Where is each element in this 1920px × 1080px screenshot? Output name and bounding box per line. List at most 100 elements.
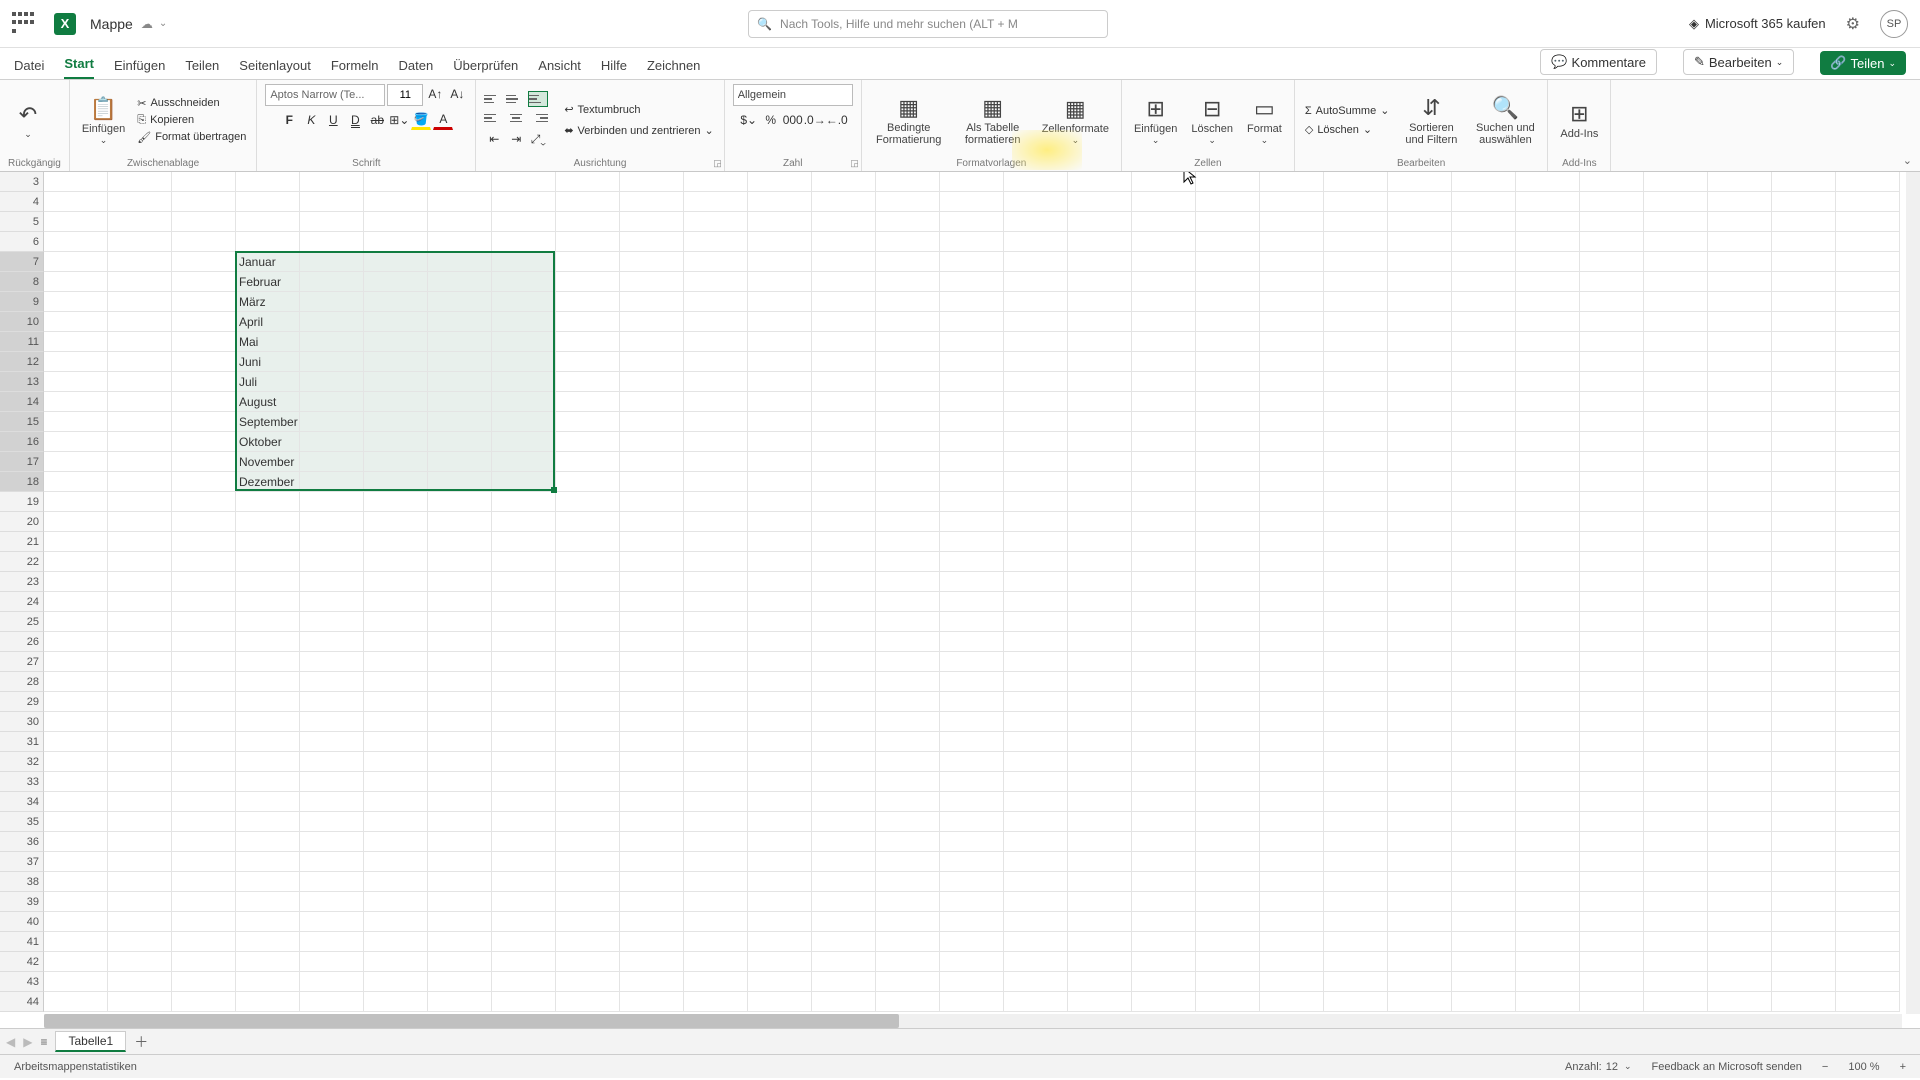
cell[interactable]: [300, 812, 364, 832]
cell[interactable]: [1708, 792, 1772, 812]
settings-gear-icon[interactable]: ⚙: [1846, 14, 1860, 34]
cell[interactable]: [1388, 792, 1452, 812]
cell[interactable]: [876, 212, 940, 232]
cell[interactable]: [1772, 232, 1836, 252]
cell[interactable]: [940, 432, 1004, 452]
autosum-button[interactable]: ΣAutoSumme ⌄: [1303, 103, 1392, 118]
cell[interactable]: [1708, 172, 1772, 192]
cell[interactable]: [108, 612, 172, 632]
tab-überprüfen[interactable]: Überprüfen: [453, 58, 518, 79]
cell[interactable]: [1196, 432, 1260, 452]
cell[interactable]: [428, 212, 492, 232]
cell[interactable]: [684, 632, 748, 652]
cell[interactable]: [876, 992, 940, 1012]
cell[interactable]: [1068, 952, 1132, 972]
cell[interactable]: [1068, 512, 1132, 532]
cell[interactable]: [44, 672, 108, 692]
cell[interactable]: [812, 832, 876, 852]
cell[interactable]: [1196, 492, 1260, 512]
cell[interactable]: [940, 712, 1004, 732]
row-header[interactable]: 4: [0, 192, 44, 212]
cell[interactable]: [172, 572, 236, 592]
cell[interactable]: [1388, 472, 1452, 492]
cell[interactable]: [44, 552, 108, 572]
cell[interactable]: [1516, 852, 1580, 872]
cell[interactable]: [364, 192, 428, 212]
cell[interactable]: [748, 332, 812, 352]
cell[interactable]: [1516, 432, 1580, 452]
cell[interactable]: [556, 232, 620, 252]
cell[interactable]: [748, 432, 812, 452]
cell[interactable]: [748, 652, 812, 672]
align-middle-button[interactable]: [506, 91, 526, 107]
cell[interactable]: [1580, 672, 1644, 692]
cell[interactable]: [1580, 852, 1644, 872]
cell[interactable]: [1004, 532, 1068, 552]
cell[interactable]: [1068, 752, 1132, 772]
cell[interactable]: [1132, 192, 1196, 212]
cell[interactable]: [44, 792, 108, 812]
cell[interactable]: [300, 632, 364, 652]
cell[interactable]: [1004, 912, 1068, 932]
cell[interactable]: [1004, 372, 1068, 392]
cell[interactable]: [1068, 892, 1132, 912]
cell[interactable]: [236, 632, 300, 652]
cell[interactable]: [1644, 512, 1708, 532]
cell[interactable]: [428, 952, 492, 972]
orientation-button[interactable]: ⤢⌄: [528, 129, 548, 149]
cell[interactable]: [172, 652, 236, 672]
cell[interactable]: [1324, 872, 1388, 892]
cell[interactable]: [1388, 192, 1452, 212]
cell[interactable]: [620, 412, 684, 432]
cell[interactable]: [1196, 972, 1260, 992]
cell[interactable]: [1580, 972, 1644, 992]
increase-decimal-button[interactable]: .0→: [805, 110, 825, 130]
cell[interactable]: [1068, 692, 1132, 712]
cell[interactable]: [1196, 512, 1260, 532]
cell[interactable]: [876, 332, 940, 352]
cell[interactable]: [620, 772, 684, 792]
cell[interactable]: [1388, 952, 1452, 972]
number-dialog-launcher[interactable]: ◲: [850, 158, 859, 169]
cell[interactable]: [428, 232, 492, 252]
cell[interactable]: [1836, 292, 1900, 312]
document-dropdown-icon[interactable]: ⌄: [159, 18, 167, 29]
cell[interactable]: [1516, 872, 1580, 892]
cell[interactable]: Mai: [236, 332, 300, 352]
tab-teilen[interactable]: Teilen: [185, 58, 219, 79]
cell[interactable]: [876, 812, 940, 832]
cell[interactable]: [428, 812, 492, 832]
row-header[interactable]: 3: [0, 172, 44, 192]
row-header[interactable]: 9: [0, 292, 44, 312]
cell[interactable]: [44, 892, 108, 912]
cell[interactable]: [1516, 572, 1580, 592]
cell[interactable]: [1196, 312, 1260, 332]
cell[interactable]: [1004, 892, 1068, 912]
cell[interactable]: [748, 872, 812, 892]
cell[interactable]: [684, 872, 748, 892]
cell[interactable]: [1772, 272, 1836, 292]
cell[interactable]: [684, 292, 748, 312]
cell[interactable]: [1388, 592, 1452, 612]
cell[interactable]: [812, 472, 876, 492]
cell[interactable]: [1388, 532, 1452, 552]
cell[interactable]: [940, 852, 1004, 872]
cell[interactable]: [940, 572, 1004, 592]
cell[interactable]: [1324, 812, 1388, 832]
cell[interactable]: Februar: [236, 272, 300, 292]
apps-launcher-icon[interactable]: [12, 12, 36, 36]
cell[interactable]: [1260, 332, 1324, 352]
cell[interactable]: [1388, 712, 1452, 732]
cell[interactable]: [1580, 712, 1644, 732]
cell[interactable]: [876, 392, 940, 412]
cell[interactable]: [684, 372, 748, 392]
cell[interactable]: [172, 752, 236, 772]
cell[interactable]: [300, 552, 364, 572]
cell[interactable]: [748, 892, 812, 912]
align-right-button[interactable]: [528, 110, 548, 126]
cell[interactable]: [428, 392, 492, 412]
cell[interactable]: [108, 392, 172, 412]
cell[interactable]: [812, 812, 876, 832]
row-header[interactable]: 36: [0, 832, 44, 852]
cell[interactable]: [108, 572, 172, 592]
